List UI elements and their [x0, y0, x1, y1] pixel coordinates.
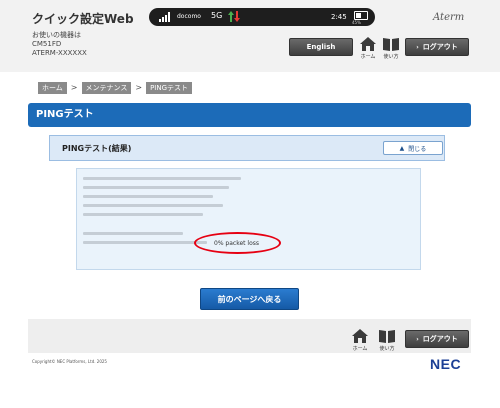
logout-label: ログアウト	[422, 335, 458, 343]
breadcrumb-maintenance[interactable]: メンテナンス	[81, 81, 132, 94]
battery-level	[356, 13, 361, 18]
device-name: ATERM-XXXXXX	[32, 49, 87, 57]
chevron-right-icon: ›	[416, 43, 419, 51]
device-label: お使いの機器は	[32, 31, 81, 39]
breadcrumb-current: PINGテスト	[146, 81, 193, 94]
close-button[interactable]: ▲ 閉じる	[383, 141, 443, 155]
blurred-output-line	[83, 177, 241, 180]
header: クイック設定Web お使いの機器は CM51FD ATERM-XXXXXX do…	[0, 0, 500, 72]
back-button[interactable]: 前のページへ戻る	[200, 288, 299, 310]
battery-percent: 45%	[352, 20, 361, 25]
home-link[interactable]: ホーム	[357, 37, 379, 61]
brand-logo: Aterm	[433, 12, 465, 23]
help-label: 使い方	[383, 54, 399, 60]
home-icon	[360, 37, 376, 51]
footer-home-link[interactable]: ホーム	[349, 329, 371, 353]
logout-label: ログアウト	[422, 43, 458, 51]
nec-logo: NEC	[430, 356, 462, 372]
copyright: Copyright© NEC Platforms, Ltd. 2025	[32, 359, 107, 364]
breadcrumb-home[interactable]: ホーム	[38, 81, 67, 94]
home-label: ホーム	[352, 346, 368, 352]
panel-title: PINGテスト(結果)	[62, 144, 132, 153]
blurred-output-line	[83, 232, 183, 235]
status-bar: docomo 5G 2:45 45%	[149, 8, 375, 26]
footer-help-link[interactable]: 使い方	[376, 329, 398, 353]
signal-icon	[159, 12, 170, 22]
app-title: クイック設定Web	[32, 12, 134, 26]
page-title: PINGテスト	[28, 103, 471, 127]
breadcrumb-separator: >	[70, 83, 78, 92]
chevron-right-icon: ›	[416, 335, 419, 343]
network-type: 5G	[211, 11, 223, 20]
device-info: お使いの機器は CM51FD ATERM-XXXXXX	[32, 31, 87, 58]
breadcrumb: ホーム > メンテナンス > PINGテスト	[38, 81, 193, 94]
english-button[interactable]: English	[289, 38, 353, 56]
result-panel-header: PINGテスト(結果) ▲ 閉じる	[49, 135, 445, 161]
blurred-output-line	[83, 204, 223, 207]
chevron-up-icon: ▲	[399, 144, 405, 152]
highlight-circle	[194, 232, 281, 254]
footer-logout-button[interactable]: › ログアウト	[405, 330, 469, 348]
device-model: CM51FD	[32, 40, 62, 48]
book-icon	[379, 330, 395, 343]
blurred-output-line	[83, 195, 213, 198]
help-label: 使い方	[379, 346, 395, 352]
breadcrumb-separator: >	[135, 83, 143, 92]
logout-button[interactable]: › ログアウト	[405, 38, 469, 56]
blurred-output-line	[83, 186, 229, 189]
data-arrows-icon	[228, 11, 240, 22]
blurred-output-line	[83, 241, 207, 244]
battery-icon	[354, 11, 368, 20]
home-label: ホーム	[360, 54, 376, 60]
blurred-output-line	[83, 213, 203, 216]
help-link[interactable]: 使い方	[380, 37, 402, 61]
ping-result-output: 0% packet loss	[76, 168, 421, 270]
status-clock: 2:45	[331, 13, 347, 21]
close-label: 閉じる	[408, 145, 427, 153]
home-icon	[352, 329, 368, 343]
carrier-name: docomo	[177, 13, 201, 20]
book-icon	[383, 38, 399, 51]
